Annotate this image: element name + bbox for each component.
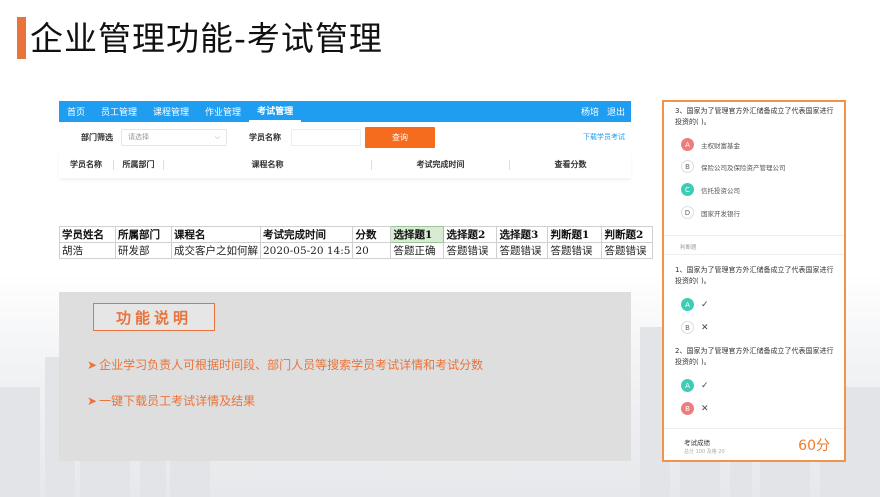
title-accent-bar	[17, 17, 26, 59]
sheet-header-cell: 判断题2	[601, 226, 654, 243]
description-text: 企业学习负责人可根据时间段、部门人员等搜索学员考试详情和考试分数	[99, 358, 484, 372]
chevron-down-icon: ⌵	[214, 132, 220, 141]
judge-question-2-text: 2、国家为了管理官方外汇储备成立了代表国家进行投资的( )。	[675, 347, 834, 366]
student-name-label: 学员名称	[249, 132, 281, 142]
q3-option-d[interactable]: D 国家开发银行	[681, 206, 740, 219]
sheet-cell: 20	[352, 242, 392, 259]
sheet-cell: 答题错误	[443, 242, 498, 259]
j1-option-b[interactable]: B ✕	[681, 321, 709, 334]
student-name-input[interactable]	[291, 128, 361, 146]
download-exam-link[interactable]: 下载学员考试	[583, 132, 625, 142]
sheet-header-cell: 课程名	[171, 226, 261, 243]
q3-option-a[interactable]: A 主权财富基金	[681, 138, 740, 151]
sheet-header-row: 学员姓名 所属部门 课程名 考试完成时间 分数 选择题1 选择题2 选择题3 判…	[59, 226, 654, 243]
sheet-cell: 答题错误	[547, 242, 603, 259]
option-letter: A	[681, 138, 694, 151]
col-student-name: 学员名称	[59, 160, 114, 170]
sheet-header-cell: 考试完成时间	[259, 226, 354, 243]
score-label: 考试成绩	[684, 439, 710, 447]
sheet-cell: 答题错误	[601, 242, 654, 259]
option-text: 主权财富基金	[701, 141, 740, 150]
j2-option-a[interactable]: A ✓	[681, 379, 709, 392]
nav-item-courses[interactable]: 课程管理	[145, 101, 197, 122]
dept-filter-label: 部门筛选	[81, 132, 113, 142]
question-3-text: 3、国家为了管理官方外汇储备成立了代表国家进行投资的( )。	[675, 107, 834, 126]
option-text: 国家开发银行	[701, 209, 740, 218]
mobile-exam-result: 3、国家为了管理官方外汇储备成立了代表国家进行投资的( )。 A 主权财富基金 …	[662, 100, 846, 462]
divider	[664, 254, 844, 255]
description-title: 功能说明	[93, 303, 215, 331]
sheet-cell: 答题错误	[496, 242, 549, 259]
sheet-header-cell: 选择题1	[390, 226, 445, 243]
col-finish-time: 考试完成时间	[372, 160, 510, 170]
option-letter: D	[681, 206, 694, 219]
nav-item-staff[interactable]: 员工管理	[93, 101, 145, 122]
arrow-bullet-icon: ➤	[87, 394, 98, 408]
top-navbar: 首页 员工管理 课程管理 作业管理 考试管理 杨培 退出	[59, 101, 631, 122]
sheet-cell: 答题正确	[390, 242, 445, 259]
logout-link[interactable]: 退出	[607, 105, 625, 118]
user-name[interactable]: 杨培	[581, 105, 599, 118]
col-department: 所属部门	[114, 160, 164, 170]
judge-question-1-text: 1、国家为了管理官方外汇储备成立了代表国家进行投资的( )。	[675, 266, 834, 285]
sheet-header-cell: 选择题2	[443, 226, 498, 243]
score-subtext: 总分 100 及格 20	[684, 449, 725, 455]
option-letter: A	[681, 379, 694, 392]
divider	[664, 235, 844, 236]
sheet-cell: 胡浩	[59, 242, 116, 259]
q3-option-c[interactable]: C 信托投资公司	[681, 183, 740, 196]
option-text: 信托投资公司	[701, 186, 740, 195]
sheet-cell: 成交客户之如何解	[171, 242, 261, 259]
option-letter: B	[681, 160, 694, 173]
check-icon: ✓	[701, 380, 709, 391]
function-description-panel: 功能说明 ➤ 企业学习负责人可根据时间段、部门人员等搜索学员考试详情和考试分数 ➤…	[59, 292, 631, 461]
filter-row: 部门筛选 请选择 ⌵ 学员名称 查询 下载学员考试	[59, 122, 631, 152]
q3-option-b[interactable]: B 保险公司及保险资产管理公司	[681, 160, 786, 173]
results-list-header: 学员名称 所属部门 课程名称 考试完成时间 查看分数	[59, 152, 631, 178]
option-letter: A	[681, 298, 694, 311]
cross-icon: ✕	[701, 322, 709, 333]
sheet-header-cell: 判断题1	[547, 226, 603, 243]
dept-select[interactable]: 请选择 ⌵	[121, 128, 227, 146]
option-letter: B	[681, 402, 694, 415]
sheet-header-cell: 学员姓名	[59, 226, 116, 243]
sheet-header-cell: 选择题3	[496, 226, 549, 243]
description-item: ➤ 一键下载员工考试详情及结果	[87, 392, 255, 409]
sheet-header-cell: 所属部门	[115, 226, 172, 243]
sheet-header-cell: 分数	[352, 226, 392, 243]
nav-item-home[interactable]: 首页	[59, 101, 93, 122]
sheet-cell: 研发部	[115, 242, 172, 259]
score-value: 60分	[798, 438, 830, 454]
slide-title: 企业管理功能-考试管理	[30, 19, 383, 58]
nav-item-exams[interactable]: 考试管理	[249, 101, 302, 122]
exam-management-app: 首页 员工管理 课程管理 作业管理 考试管理 杨培 退出 部门筛选 请选择 ⌵ …	[59, 101, 631, 178]
check-icon: ✓	[701, 299, 709, 310]
option-letter: C	[681, 183, 694, 196]
cross-icon: ✕	[701, 403, 709, 414]
divider	[664, 428, 844, 429]
exam-export-sheet: 学员姓名 所属部门 课程名 考试完成时间 分数 选择题1 选择题2 选择题3 判…	[59, 226, 654, 259]
col-course-name: 课程名称	[164, 160, 372, 170]
description-item: ➤ 企业学习负责人可根据时间段、部门人员等搜索学员考试详情和考试分数	[87, 356, 483, 373]
judge-section-label: 判断题	[680, 245, 697, 251]
nav-item-homework[interactable]: 作业管理	[197, 101, 249, 122]
j1-option-a[interactable]: A ✓	[681, 298, 709, 311]
option-text: 保险公司及保险资产管理公司	[701, 163, 786, 172]
description-text: 一键下载员工考试详情及结果	[99, 394, 256, 408]
sheet-data-row: 胡浩 研发部 成交客户之如何解 2020-05-20 14:5 20 答题正确 …	[59, 242, 654, 259]
col-view-score: 查看分数	[554, 160, 587, 169]
sheet-cell: 2020-05-20 14:5	[259, 242, 354, 259]
arrow-bullet-icon: ➤	[87, 358, 98, 372]
dept-select-placeholder: 请选择	[128, 133, 149, 141]
j2-option-b[interactable]: B ✕	[681, 402, 709, 415]
option-letter: B	[681, 321, 694, 334]
query-button[interactable]: 查询	[365, 126, 435, 148]
